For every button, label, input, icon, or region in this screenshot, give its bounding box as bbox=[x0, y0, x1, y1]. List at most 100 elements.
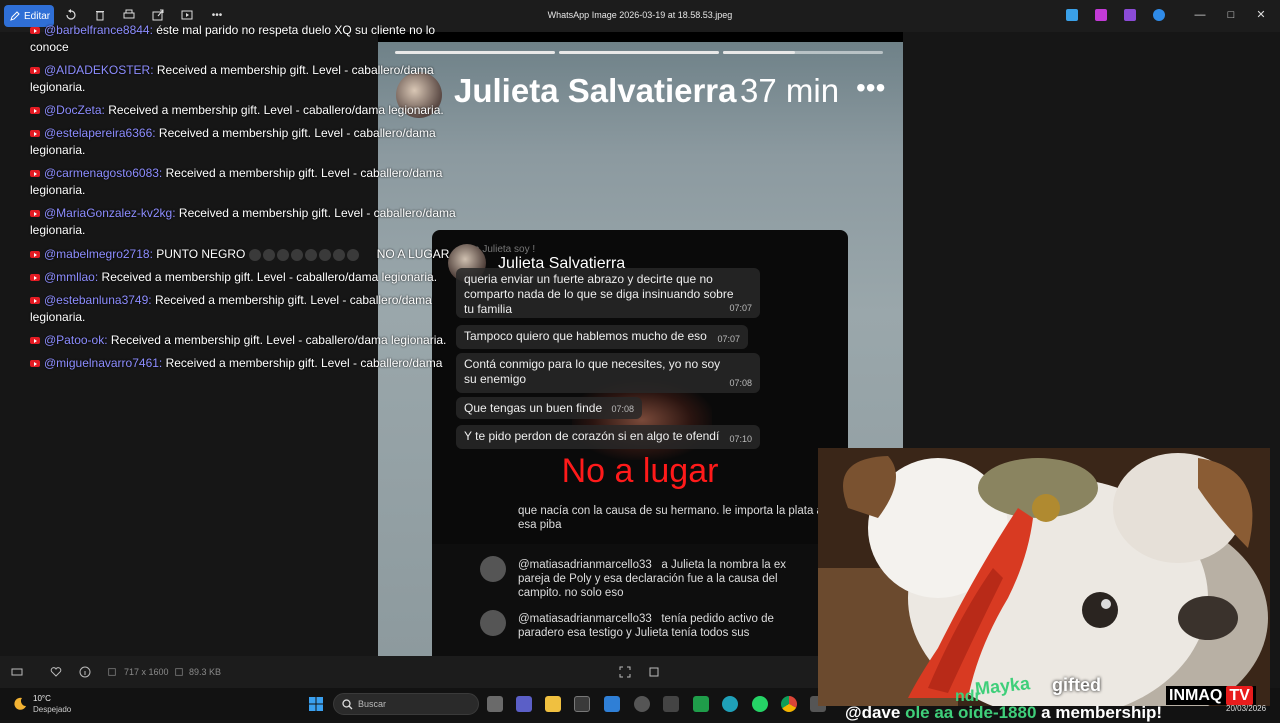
maximize-button[interactable]: □ bbox=[1224, 8, 1238, 22]
message-text: queria enviar un fuerte abrazo y decirte… bbox=[464, 272, 734, 316]
message-bubble: queria enviar un fuerte abrazo y decirte… bbox=[456, 268, 760, 318]
minimize-button[interactable]: — bbox=[1193, 8, 1207, 22]
app-icon[interactable] bbox=[663, 696, 679, 712]
message-bubble: Contá conmigo para lo que necesites, yo … bbox=[456, 353, 760, 393]
overlay-text: gifted bbox=[1052, 675, 1101, 695]
chat-user: @carmenagosto6083: bbox=[44, 166, 163, 180]
chrome-icon[interactable] bbox=[781, 696, 797, 712]
actual-size-icon[interactable] bbox=[648, 666, 660, 678]
chat-text: Received a membership gift. Level - caba… bbox=[98, 270, 438, 284]
image-dimensions: 717 x 1600 bbox=[124, 667, 169, 677]
emoji-row bbox=[248, 248, 377, 261]
message-bubble: Y te pido perdon de corazón si en algo t… bbox=[456, 425, 760, 449]
story-progress-3 bbox=[723, 51, 883, 54]
chat-message: @estelapereira6366: Received a membershi… bbox=[30, 125, 470, 159]
youtube-icon bbox=[30, 27, 40, 34]
store-icon[interactable] bbox=[574, 696, 590, 712]
app-tray-icon[interactable] bbox=[1066, 9, 1078, 21]
info-icon[interactable] bbox=[79, 666, 91, 678]
chat-user: @estelapereira6366: bbox=[44, 126, 156, 140]
logo-text: INMAQ bbox=[1169, 687, 1223, 704]
story-more-icon: ••• bbox=[856, 72, 886, 103]
comments-section: @matiasadrianmarcello33 a Julieta la nom… bbox=[432, 544, 848, 656]
story-author-name: Julieta Salvatierra bbox=[454, 72, 737, 109]
chat-message: @estebanluna3749: Received a membership … bbox=[30, 292, 470, 326]
chat-message: @AIDADEKOSTER: Received a membership gif… bbox=[30, 62, 470, 96]
chat-message: @miguelnavarro7461: Received a membershi… bbox=[30, 355, 470, 371]
chat-message: @Patoo-ok: Received a membership gift. L… bbox=[30, 332, 470, 349]
youtube-icon bbox=[30, 67, 40, 74]
youtube-icon bbox=[30, 360, 40, 367]
task-view-icon[interactable] bbox=[487, 696, 503, 712]
chat-user: @estebanluna3749: bbox=[44, 293, 152, 307]
story-time: 37 min bbox=[740, 72, 840, 109]
chat-user: @miguelnavarro7461: bbox=[44, 356, 163, 370]
youtube-icon bbox=[30, 170, 40, 177]
favorite-icon[interactable] bbox=[50, 666, 62, 678]
screenshot-phone: a Julieta soy ! Julieta Salvatierra quer… bbox=[432, 230, 848, 656]
chat-message: @barbelfrance8844: éste mal parido no re… bbox=[30, 22, 470, 56]
chat-text: PUNTO NEGRO bbox=[152, 247, 246, 261]
fit-view-icon[interactable] bbox=[619, 666, 631, 678]
windows-start-icon[interactable] bbox=[308, 696, 324, 712]
moon-weather-icon[interactable] bbox=[12, 696, 28, 712]
taskbar-search[interactable]: Buscar bbox=[333, 693, 479, 715]
comment: @matiasadrianmarcello33 a Julieta la nom… bbox=[518, 558, 818, 600]
comment-user: @matiasadrianmarcello33 bbox=[518, 613, 652, 625]
message-time: 07:08 bbox=[611, 404, 634, 414]
folder-icon[interactable] bbox=[545, 696, 561, 712]
chat-message: @carmenagosto6083: Received a membership… bbox=[30, 165, 470, 199]
weather-description[interactable]: Despejado bbox=[33, 705, 71, 714]
chat-text: Received a membership gift. Level - caba… bbox=[107, 333, 447, 347]
message-bubble: Tampoco quiero que hablemos mucho de eso… bbox=[456, 325, 748, 349]
dimensions-icon bbox=[108, 668, 116, 676]
youtube-icon bbox=[30, 297, 40, 304]
ticker-text: a membership! bbox=[1041, 703, 1163, 722]
ticker-text: ole aa bbox=[905, 703, 954, 722]
ticker-text: oide-1880 bbox=[958, 703, 1037, 722]
whatsapp-icon[interactable] bbox=[752, 696, 768, 712]
teams-icon[interactable] bbox=[516, 696, 532, 712]
weather-temperature[interactable]: 10°C bbox=[33, 694, 51, 703]
chat-user: @DocZeta: bbox=[44, 103, 105, 117]
search-placeholder: Buscar bbox=[358, 699, 387, 709]
youtube-icon bbox=[30, 210, 40, 217]
viewer-status-bar: 717 x 1600 89.3 KB bbox=[0, 656, 818, 688]
overlay-date: 20/03/2026 bbox=[1226, 704, 1267, 713]
onedrive-icon[interactable] bbox=[1153, 9, 1165, 21]
search-icon bbox=[342, 699, 353, 710]
chat-user: @MariaGonzalez-kv2kg: bbox=[44, 206, 176, 220]
edge-icon[interactable] bbox=[722, 696, 738, 712]
chat-user: @mmllao: bbox=[44, 270, 99, 284]
chat-message: @mabelmegro2718: PUNTO NEGRO NO A LUGAR bbox=[30, 246, 470, 263]
chat-message: @DocZeta: Received a membership gift. Le… bbox=[30, 102, 470, 119]
chat-message: @mmllao: Received a membership gift. Lev… bbox=[30, 269, 470, 286]
close-button[interactable]: ✕ bbox=[1254, 8, 1268, 22]
file-size: 89.3 KB bbox=[189, 667, 222, 677]
comment-avatar bbox=[480, 556, 506, 582]
webcam-overlay bbox=[818, 448, 1270, 706]
clipchamp-icon[interactable] bbox=[1124, 9, 1136, 21]
excel-icon[interactable] bbox=[693, 696, 709, 712]
gift-ticker: @dave ole aa oide-1880 a membership! bbox=[845, 703, 1162, 723]
filmstrip-icon[interactable] bbox=[11, 666, 23, 678]
message-time: 07:07 bbox=[729, 303, 752, 313]
message-bubble: Que tengas un buen finde 07:08 bbox=[456, 397, 642, 419]
ticker-text: @dave bbox=[845, 703, 901, 722]
message-time: 07:10 bbox=[729, 434, 752, 444]
overlay-caption: No a lugar bbox=[561, 452, 719, 490]
youtube-icon bbox=[30, 107, 40, 114]
chat-text: NO A LUGAR bbox=[376, 247, 450, 261]
copilot-icon[interactable] bbox=[1095, 9, 1107, 21]
chat-user: @barbelfrance8844: bbox=[44, 23, 153, 37]
channel-logo: INMAQ TV bbox=[1166, 686, 1256, 705]
comment: @matiasadrianmarcello33 tenía pedido act… bbox=[518, 612, 818, 640]
message-time: 07:08 bbox=[729, 378, 752, 388]
comment-avatar bbox=[480, 610, 506, 636]
settings-icon[interactable] bbox=[634, 696, 650, 712]
comment-user: @matiasadrianmarcello33 bbox=[518, 559, 652, 571]
outlook-icon[interactable] bbox=[604, 696, 620, 712]
file-size-icon bbox=[175, 668, 183, 676]
chat-text: Received a membership gift. Level - caba… bbox=[162, 356, 443, 370]
youtube-icon bbox=[30, 130, 40, 137]
